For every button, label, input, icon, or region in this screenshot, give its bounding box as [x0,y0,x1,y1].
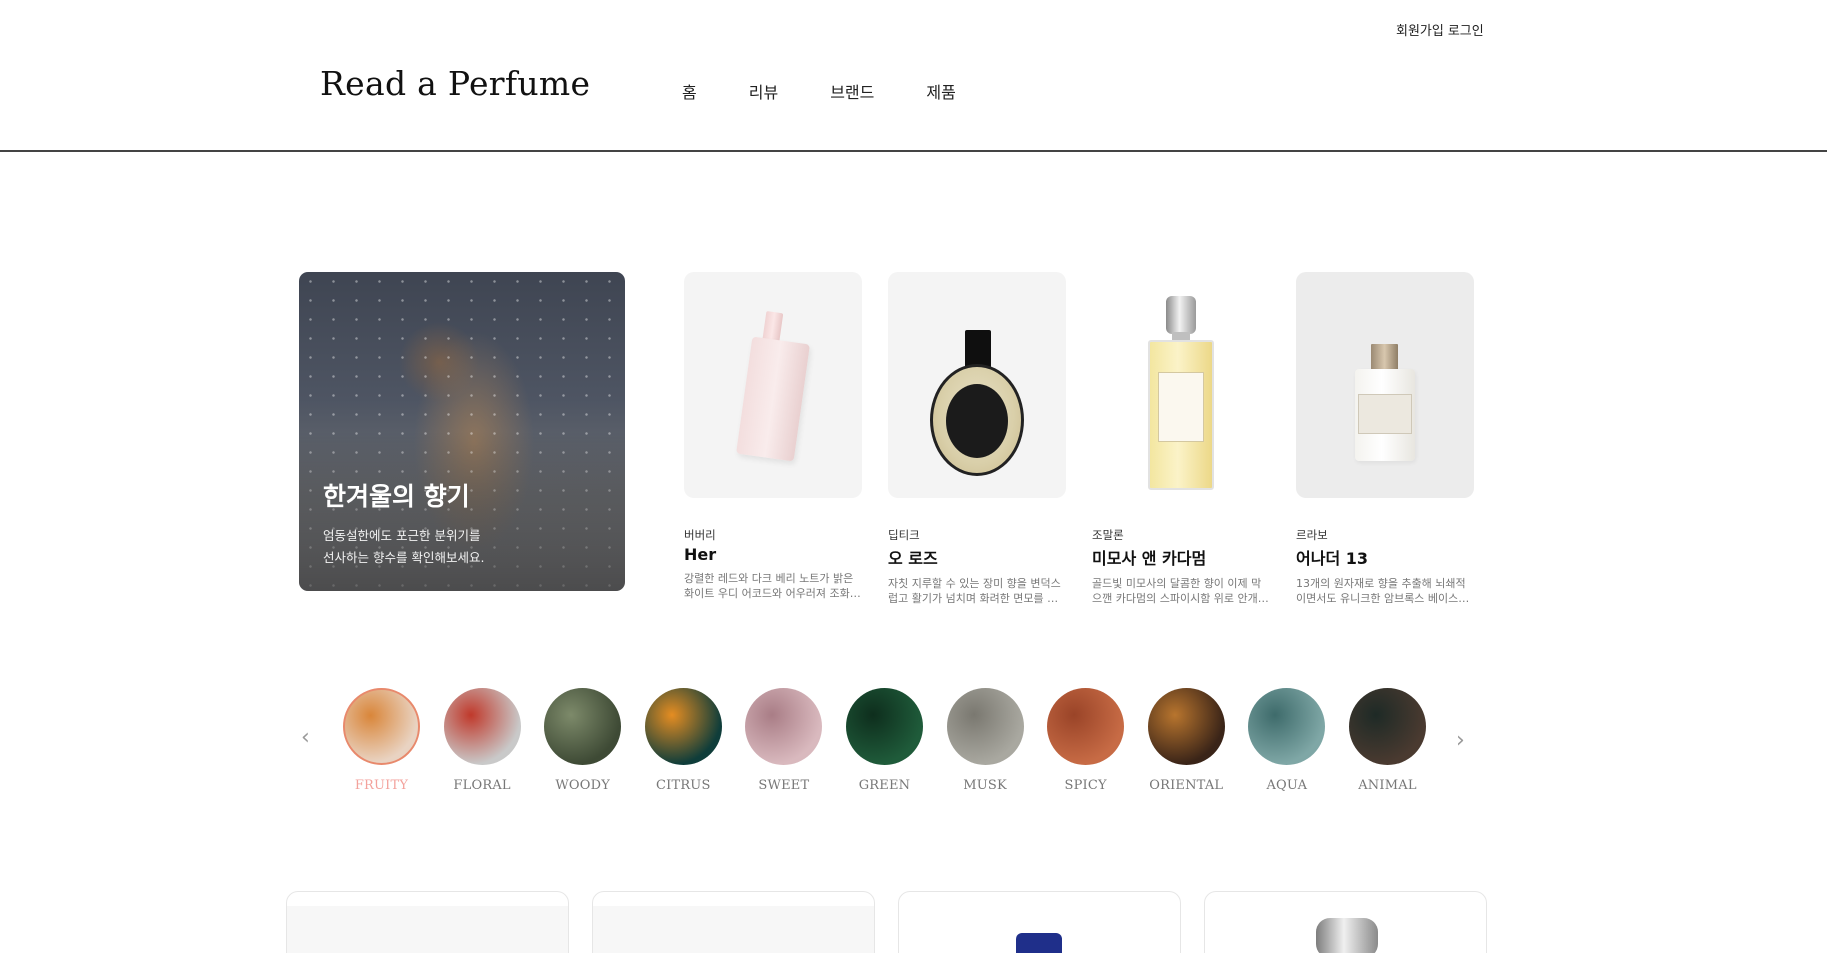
hero-description-line: 엄동설한에도 포근한 분위기를 [323,528,481,543]
hero-banner[interactable]: 한겨울의 향기 엄동설한에도 포근한 분위기를 선사하는 향수를 확인해보세요. [299,272,625,591]
product-card-preview[interactable] [592,891,875,953]
bottle-label [1358,394,1412,434]
bottle-label [1158,372,1204,442]
scent-label: SPICY [1064,778,1107,793]
bottle-cap [1371,344,1398,370]
product-image [1296,272,1474,498]
header-divider [0,150,1827,152]
scent-label: FRUITY [354,778,409,793]
bottle-cap [1016,933,1062,953]
product-image [593,906,874,953]
scent-category-list: FRUITY FLORAL WOODY CITRUS SWEET GREEN M… [343,688,1450,793]
bottle-cap [965,330,991,368]
scent-label: ANIMAL [1358,778,1417,793]
product-card-preview[interactable] [1204,891,1487,953]
product-card[interactable]: 버버리 Her 강렬한 레드와 다크 베리 노트가 밝은 화이트 우디 어코드와… [684,272,862,601]
scent-image [644,688,722,765]
scent-spicy[interactable]: SPICY [1047,688,1125,793]
scent-label: AQUA [1266,778,1308,793]
product-name: 미모사 앤 카다멈 [1092,549,1207,568]
product-description: 13개의 원자재로 향을 추출해 뇌쇄적이면서도 유니크한 암브록스 베이스의 … [1296,577,1469,605]
scent-label: WOODY [555,778,611,793]
product-description: 골드빛 미모사의 달콤한 향이 이제 막 으깬 카다멈의 스파이시함 위로 안개… [1092,577,1268,605]
auth-links: 회원가입 로그인 [1396,20,1484,39]
scent-oriental[interactable]: ORIENTAL [1147,688,1225,793]
scent-image [1348,688,1426,765]
scent-image [443,688,521,765]
scent-fruity[interactable]: FRUITY [343,688,420,793]
chevron-left-icon[interactable]: ‹ [301,725,310,750]
scent-image [1248,688,1326,765]
product-name: 오 로즈 [888,549,938,568]
scent-label: GREEN [858,778,911,793]
scent-aqua[interactable]: AQUA [1248,688,1326,793]
product-description: 강렬한 레드와 다크 베리 노트가 밝은 화이트 우디 어코드와 어우러져 조화… [684,572,860,600]
scent-woody[interactable]: WOODY [544,688,622,793]
product-card-preview[interactable] [286,891,569,953]
product-image [684,272,862,498]
hero-description: 엄동설한에도 포근한 분위기를 선사하는 향수를 확인해보세요. [323,525,573,569]
product-brand: 버버리 [684,528,716,542]
scent-image [544,688,622,765]
scent-image [845,688,923,765]
login-link[interactable]: 로그인 [1448,20,1484,39]
nav-home[interactable]: 홈 [682,79,697,103]
scent-floral[interactable]: FLORAL [443,688,521,793]
scent-image [745,688,823,765]
nav-products[interactable]: 제품 [926,79,955,103]
product-card-preview[interactable] [898,891,1181,953]
main-nav: 홈 리뷰 브랜드 제품 [682,79,1008,103]
product-name: Her [684,545,717,564]
scent-musk[interactable]: MUSK [946,688,1024,793]
bottle-cap [1316,918,1378,953]
scent-image [1047,688,1125,765]
scent-image [343,688,420,765]
product-card[interactable]: 르라보 어나더 13 13개의 원자재로 향을 추출해 뇌쇄적이면서도 유니크한… [1296,272,1474,606]
hero-title: 한겨울의 향기 [323,482,470,511]
product-brand: 딥티크 [888,528,920,542]
scent-label: SWEET [758,778,810,793]
hero-description-line: 선사하는 향수를 확인해보세요. [323,550,485,565]
product-image [888,272,1066,498]
scent-image [946,688,1024,765]
scent-label: ORIENTAL [1149,778,1224,793]
scent-image [1147,688,1225,765]
scent-citrus[interactable]: CITRUS [644,688,722,793]
chevron-right-icon[interactable]: › [1456,728,1465,753]
product-image [1092,272,1270,498]
scent-animal[interactable]: ANIMAL [1348,688,1426,793]
product-name: 어나더 13 [1296,549,1368,568]
scent-green[interactable]: GREEN [845,688,923,793]
product-card[interactable]: 딥티크 오 로즈 자칫 지루할 수 있는 장미 향을 변덕스럽고 활기가 넘치며… [888,272,1066,606]
bottle-cap [1166,296,1196,334]
scent-sweet[interactable]: SWEET [745,688,823,793]
product-brand: 조말론 [1092,528,1124,542]
scent-label: CITRUS [655,778,711,793]
product-image [287,906,568,953]
product-card[interactable]: 조말론 미모사 앤 카다멈 골드빛 미모사의 달콤한 향이 이제 막 으깬 카다… [1092,272,1270,606]
nav-review[interactable]: 리뷰 [749,79,778,103]
site-logo[interactable]: Read a Perfume [320,64,590,103]
product-description: 자칫 지루할 수 있는 장미 향을 변덕스럽고 활기가 넘치며 화려한 면모를 … [888,577,1061,605]
bottle-body [736,336,810,462]
signup-link[interactable]: 회원가입 [1396,20,1444,39]
product-brand: 르라보 [1296,528,1328,542]
scent-label: FLORAL [453,778,511,793]
nav-brand[interactable]: 브랜드 [830,79,874,103]
scent-label: MUSK [963,778,1007,793]
bottle-label [946,384,1008,458]
